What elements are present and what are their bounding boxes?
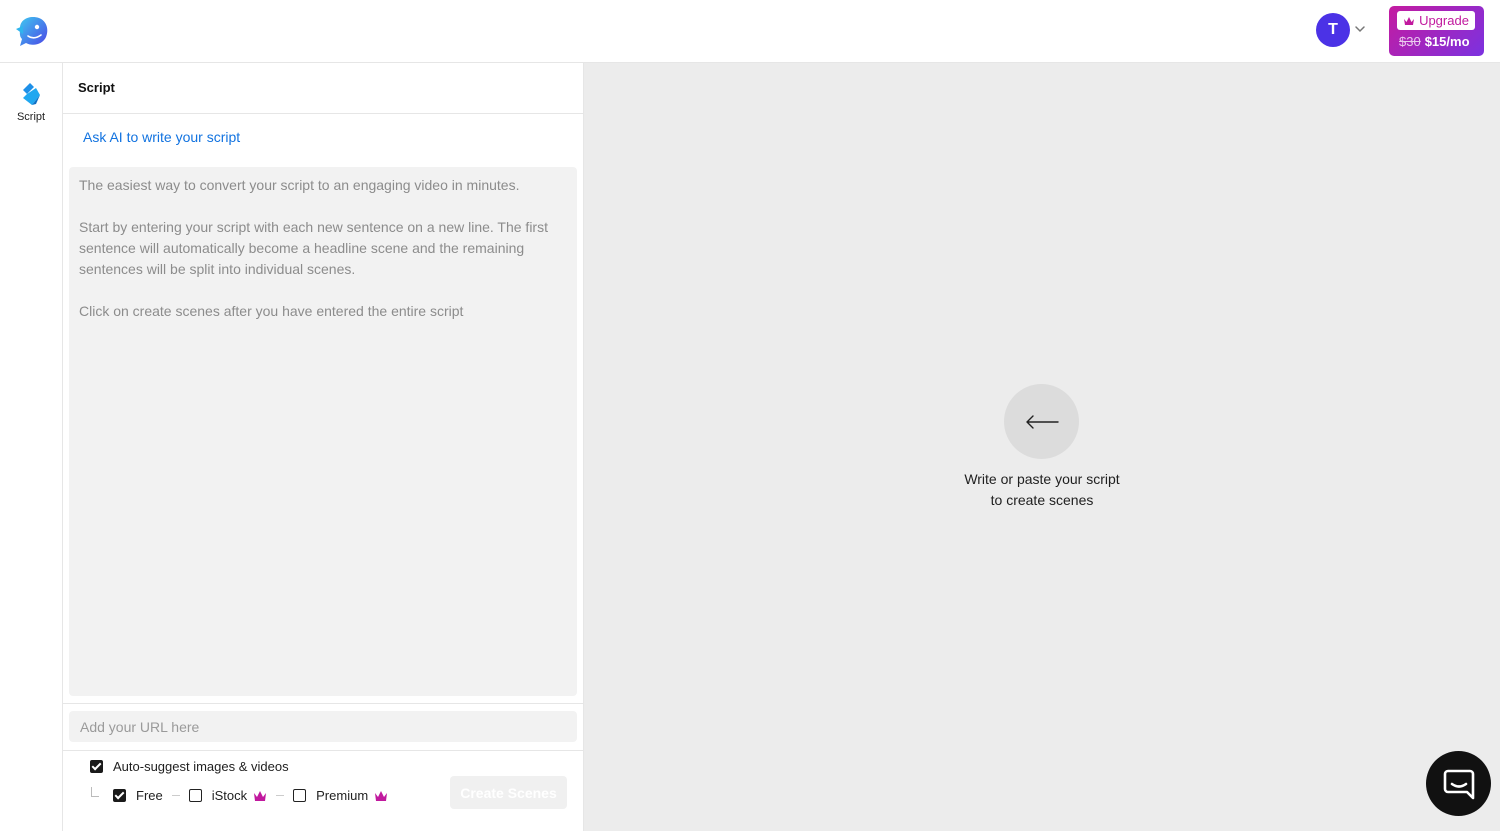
avatar-initial: T <box>1328 21 1338 38</box>
arrow-left-icon <box>1025 414 1059 429</box>
rail-item-label: Script <box>16 111 46 123</box>
tree-connector <box>91 786 99 797</box>
auto-suggest-checkbox[interactable] <box>90 760 103 773</box>
left-rail: Script <box>0 63 63 831</box>
empty-state-hint: Write or paste your script to create sce… <box>892 469 1192 511</box>
panel-title: Script <box>78 80 115 95</box>
back-arrow-button[interactable] <box>1004 384 1079 459</box>
hint-line: to create scenes <box>990 492 1094 508</box>
crown-icon <box>1404 16 1415 25</box>
ask-ai-link[interactable]: Ask AI to write your script <box>83 129 240 145</box>
script-placeholder-line: Start by entering your script with each … <box>79 219 548 277</box>
separator <box>171 795 180 796</box>
script-placeholder-line: The easiest way to convert your script t… <box>79 177 520 193</box>
chat-bubble-icon <box>1443 769 1474 799</box>
top-bar: T Upgrade $30 $15/mo <box>0 0 1500 63</box>
url-input[interactable] <box>69 711 577 742</box>
panel-header: Script <box>63 63 583 114</box>
chevron-down-icon[interactable] <box>1354 22 1366 36</box>
premium-label[interactable]: Premium <box>316 788 368 803</box>
upgrade-button[interactable]: Upgrade $30 $15/mo <box>1389 6 1484 56</box>
divider <box>63 703 583 704</box>
chat-widget-button[interactable] <box>1426 751 1491 816</box>
create-scenes-button[interactable]: Create Scenes <box>450 776 567 809</box>
old-price: $30 <box>1399 34 1421 49</box>
auto-suggest-label[interactable]: Auto-suggest images & videos <box>113 759 289 774</box>
separator <box>276 795 285 796</box>
istock-checkbox[interactable] <box>188 789 202 802</box>
upgrade-label-pill: Upgrade <box>1397 11 1475 30</box>
auto-suggest-row: Auto-suggest images & videos <box>90 759 289 774</box>
istock-label[interactable]: iStock <box>212 788 247 803</box>
premium-checkbox[interactable] <box>293 789 307 802</box>
media-sources-row: Free iStock Premium <box>91 786 388 803</box>
upgrade-price: $30 $15/mo <box>1399 34 1470 49</box>
script-placeholder-line: Click on create scenes after you have en… <box>79 303 464 319</box>
divider <box>63 750 583 751</box>
free-checkbox[interactable] <box>113 789 126 802</box>
upgrade-label: Upgrade <box>1419 13 1469 28</box>
new-price: $15/mo <box>1424 34 1470 49</box>
script-textarea[interactable]: The easiest way to convert your script t… <box>69 167 577 696</box>
script-panel: Script Ask AI to write your script The e… <box>63 63 584 831</box>
hint-line: Write or paste your script <box>964 471 1120 487</box>
script-pen-icon <box>23 83 40 105</box>
user-avatar[interactable]: T <box>1316 13 1350 47</box>
free-label[interactable]: Free <box>136 788 163 803</box>
canvas-area: Write or paste your script to create sce… <box>584 63 1500 831</box>
fish-logo-icon[interactable] <box>14 14 50 48</box>
crown-icon <box>254 790 267 801</box>
rail-item-script[interactable]: Script <box>0 81 62 131</box>
crown-icon <box>375 790 388 801</box>
